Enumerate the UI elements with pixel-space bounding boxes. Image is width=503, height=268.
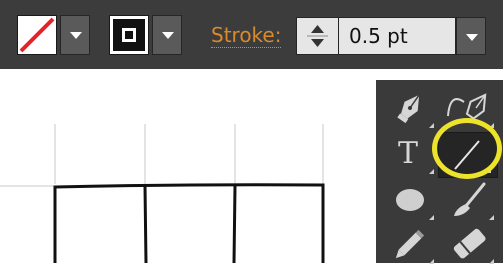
stroke-color-dropdown-button[interactable] (152, 15, 182, 55)
eraser-tool[interactable] (440, 222, 500, 268)
stroke-square-icon (113, 19, 145, 51)
flyout-indicator (429, 259, 434, 264)
pencil-tool[interactable] (380, 222, 440, 268)
flyout-indicator (429, 169, 434, 174)
stroke-weight-input[interactable] (339, 17, 456, 55)
chevron-down-icon (162, 32, 174, 39)
chevron-down-icon (70, 32, 82, 39)
tool-highlight-circle (432, 118, 502, 179)
flyout-indicator (429, 123, 434, 128)
up-down-arrows-icon (307, 25, 328, 47)
stroke-panel-link[interactable]: Stroke: (211, 23, 282, 48)
type-t-icon: T (398, 136, 419, 171)
flyout-indicator (489, 259, 494, 264)
chevron-down-icon (466, 34, 478, 41)
fill-dropdown-button[interactable] (60, 15, 90, 55)
stroke-weight-dropdown-button[interactable] (456, 17, 486, 55)
fill-swatch[interactable] (17, 15, 57, 55)
stroke-swatch[interactable] (109, 15, 149, 55)
flyout-indicator (489, 215, 494, 220)
paintbrush-tool[interactable] (440, 178, 500, 224)
stroke-weight-stepper[interactable] (296, 17, 339, 55)
type-tool[interactable]: T (380, 132, 440, 178)
artboard-canvas[interactable] (0, 69, 376, 265)
no-fill-slash-icon (19, 17, 55, 53)
control-bar: Stroke: (0, 0, 503, 69)
ellipse-tool[interactable] (380, 178, 440, 224)
flyout-indicator (429, 215, 434, 220)
pen-tool[interactable] (380, 86, 440, 132)
table-sketch-drawing (0, 124, 325, 265)
